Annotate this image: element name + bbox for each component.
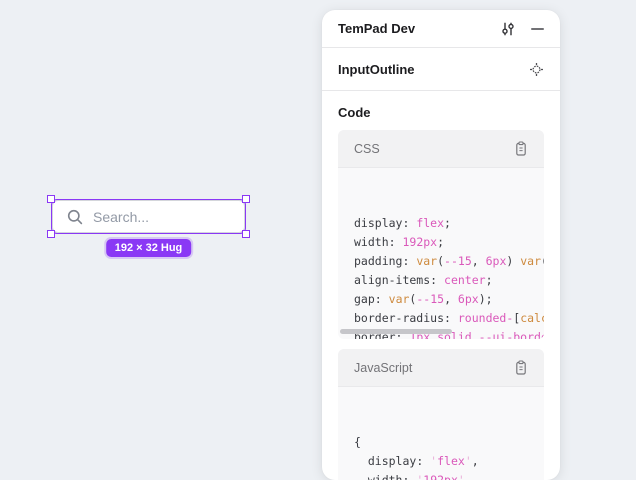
code-line: gap: var(--15, 6px); — [354, 290, 544, 309]
code-line: width: '192px', — [354, 471, 544, 480]
search-icon — [66, 208, 84, 226]
code-line: border-radius: rounded-[calc(v — [354, 309, 544, 328]
selected-node-row: InputOutline — [322, 48, 560, 91]
js-code-block: JavaScript { display: 'flex', width: '19… — [338, 349, 544, 480]
tempad-dev-panel: TemPad Dev InputOutline Code CSS — [322, 10, 560, 480]
minimize-icon — [531, 28, 544, 30]
selection-handle-bottom-right[interactable] — [242, 230, 250, 238]
code-line: padding: var(--15, 6px) var(-- — [354, 252, 544, 271]
css-code-header: CSS — [338, 130, 544, 168]
dimensions-badge: 192 × 32 Hug — [106, 239, 192, 257]
panel-header: TemPad Dev — [322, 10, 560, 48]
selection-handle-top-left[interactable] — [47, 195, 55, 203]
js-code-header: JavaScript — [338, 349, 544, 387]
code-line: width: 192px; — [354, 233, 544, 252]
css-horizontal-scrollbar[interactable] — [340, 329, 452, 334]
code-line: align-items: center; — [354, 271, 544, 290]
minimize-button[interactable] — [531, 28, 544, 30]
clipboard-icon — [514, 141, 528, 157]
code-line: { — [354, 433, 544, 452]
selection-handle-bottom-left[interactable] — [47, 230, 55, 238]
css-code-body: display: flex;width: 192px;padding: var(… — [338, 168, 544, 339]
crosshair-icon — [529, 62, 544, 77]
canvas-selected-node[interactable]: Search... 192 × 32 Hug — [52, 200, 245, 233]
panel-title: TemPad Dev — [338, 21, 500, 36]
code-line: display: flex; — [354, 214, 544, 233]
js-code-body: { display: 'flex', width: '192px', paddi… — [338, 387, 544, 480]
code-line: display: 'flex', — [354, 452, 544, 471]
js-copy-button[interactable] — [514, 360, 528, 376]
sliders-icon — [500, 21, 516, 37]
settings-sliders-button[interactable] — [500, 21, 516, 37]
css-code-block: CSS display: flex;width: 192px;padding: … — [338, 130, 544, 339]
selected-node-name: InputOutline — [338, 62, 529, 77]
code-section-label: Code — [322, 91, 560, 130]
css-language-label: CSS — [354, 142, 514, 156]
clipboard-icon — [514, 360, 528, 376]
locate-node-button[interactable] — [529, 62, 544, 77]
search-placeholder: Search... — [93, 209, 149, 225]
search-input[interactable]: Search... — [52, 200, 245, 233]
selection-handle-top-right[interactable] — [242, 195, 250, 203]
js-language-label: JavaScript — [354, 361, 514, 375]
css-copy-button[interactable] — [514, 141, 528, 157]
